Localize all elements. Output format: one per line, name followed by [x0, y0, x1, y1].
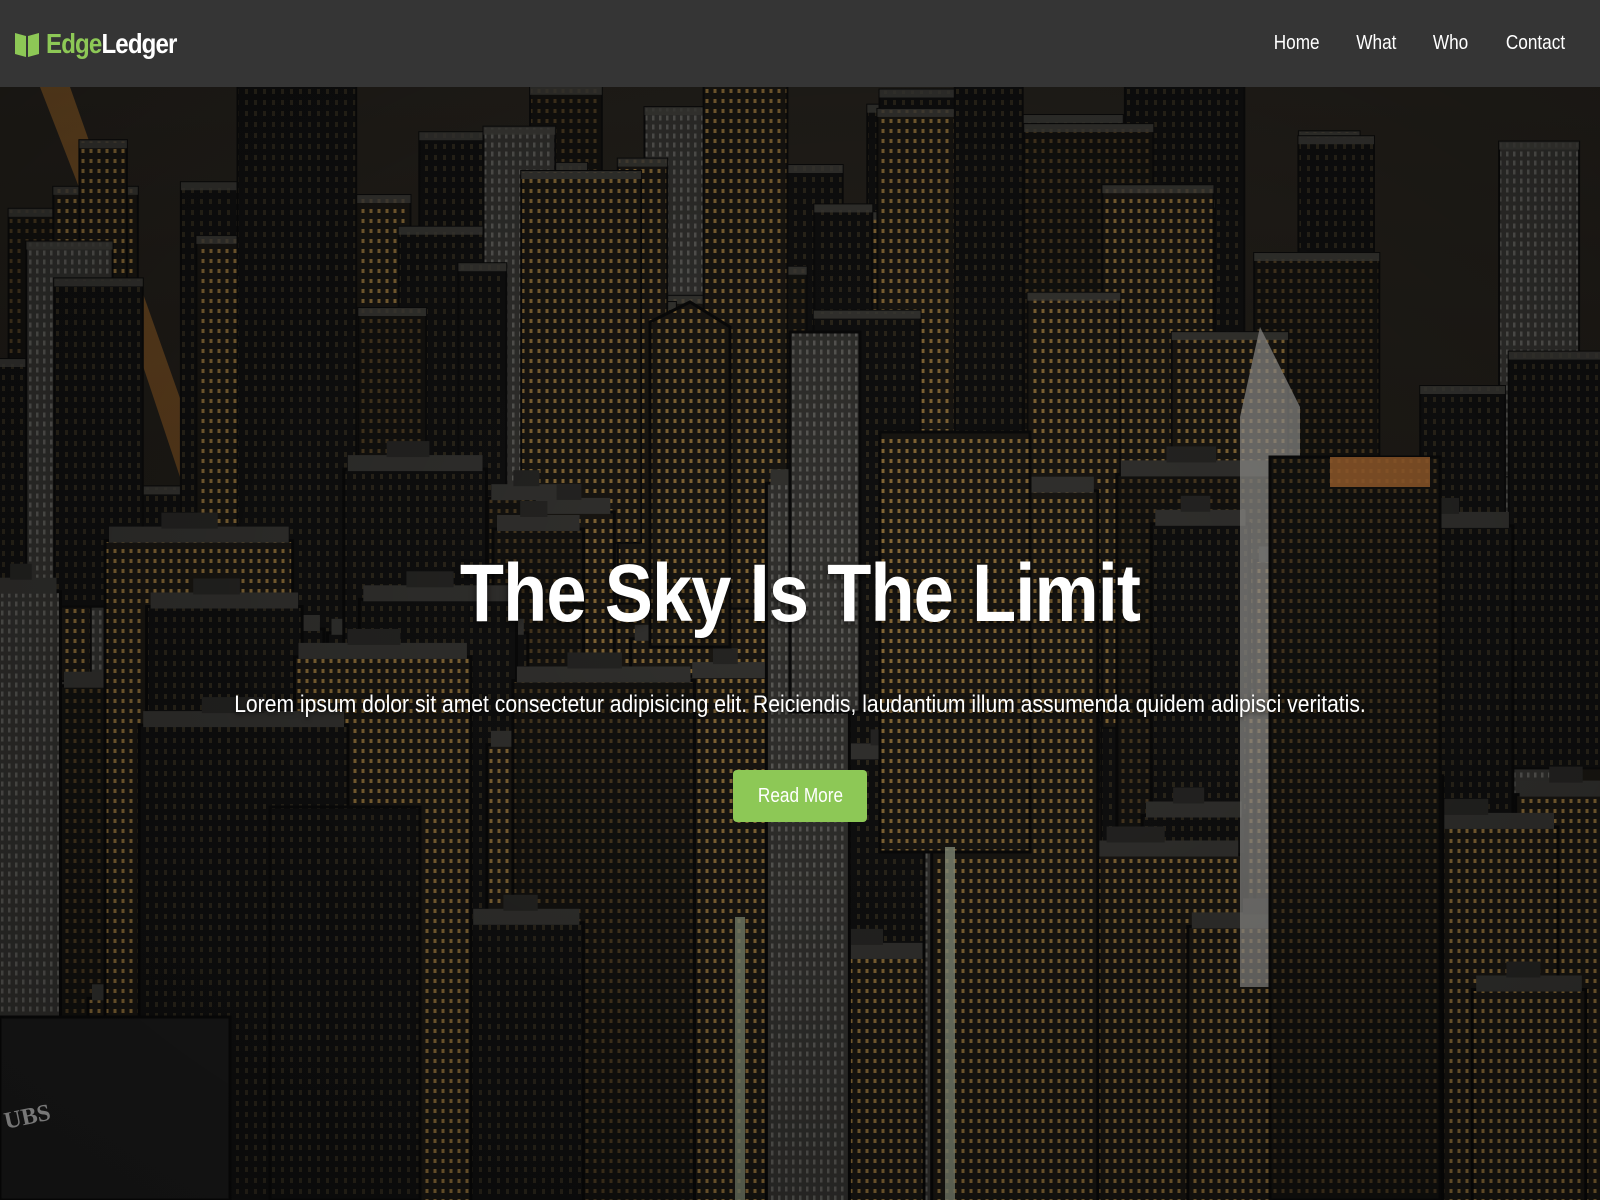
brand-logo[interactable]: EdgeLedger	[14, 28, 198, 60]
brand-name: EdgeLedger	[46, 28, 177, 60]
read-more-button[interactable]: Read More	[733, 770, 867, 822]
nav-link-who[interactable]: Who	[1433, 32, 1468, 55]
navbar: EdgeLedger Home What Who Contact	[0, 0, 1600, 87]
nav-link-home[interactable]: Home	[1274, 32, 1320, 55]
brand-name-accent: Edge	[46, 27, 102, 59]
nav-link-what[interactable]: What	[1357, 32, 1397, 55]
hero-content: The Sky Is The Limit Lorem ipsum dolor s…	[0, 87, 1600, 1200]
hero-title: The Sky Is The Limit	[459, 548, 1141, 639]
read-more-label: Read More	[757, 784, 843, 807]
nav-menu: Home What Who Contact	[1270, 32, 1570, 55]
nav-link-contact[interactable]: Contact	[1506, 32, 1565, 55]
open-book-icon	[15, 32, 39, 57]
hero-section: UBS The Sky Is The Limit Lorem ipsum dol…	[0, 87, 1600, 1200]
brand-name-main: Ledger	[101, 27, 177, 59]
hero-description: Lorem ipsum dolor sit amet consectetur a…	[234, 691, 1366, 718]
